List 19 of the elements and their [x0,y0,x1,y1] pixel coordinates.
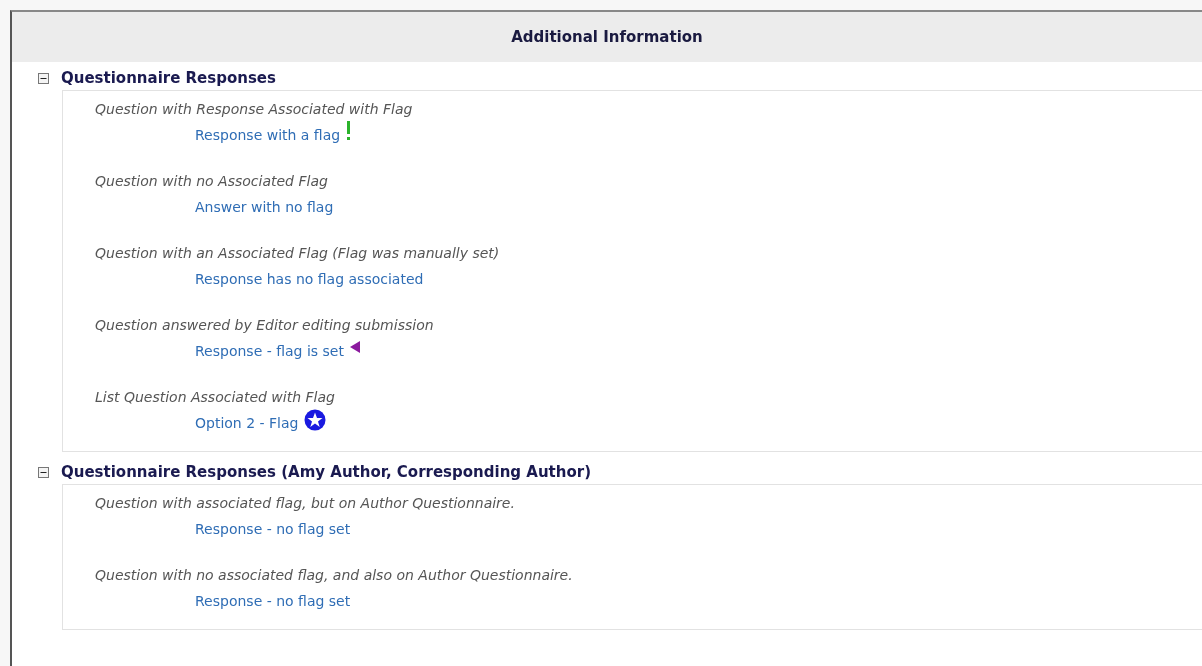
question-text: List Question Associated with Flag [95,388,336,407]
question-text: Question with associated flag, but on Author Questionnaire. [95,494,516,513]
collapse-icon[interactable] [38,72,49,84]
question-text: Question with no associated flag, and also on Author Questionnaire. [95,566,574,585]
response-text: Response has no flag associated [195,270,424,289]
response-text: Response - no flag set [195,592,351,611]
panel-title: Additional Information [511,28,703,46]
collapse-icon[interactable] [38,466,49,478]
response-text: Option 2 - Flag [195,414,299,433]
response-text: Response - flag is set [195,342,344,361]
section-title: Questionnaire Responses [61,69,276,87]
response-text: Answer with no flag [195,198,334,217]
question-text: Question with an Associated Flag (Flag was manually set) [95,244,501,263]
response-text: Response - no flag set [195,520,351,539]
question-text: Question answered by Editor editing submission [95,316,435,335]
question-text: Question with no Associated Flag [95,172,329,191]
question-text: Question with Response Associated with Flag [95,100,414,119]
response-text: Response with a flag [195,126,341,145]
section-title: Questionnaire Responses (Amy Author, Corresponding Author) [61,463,591,481]
